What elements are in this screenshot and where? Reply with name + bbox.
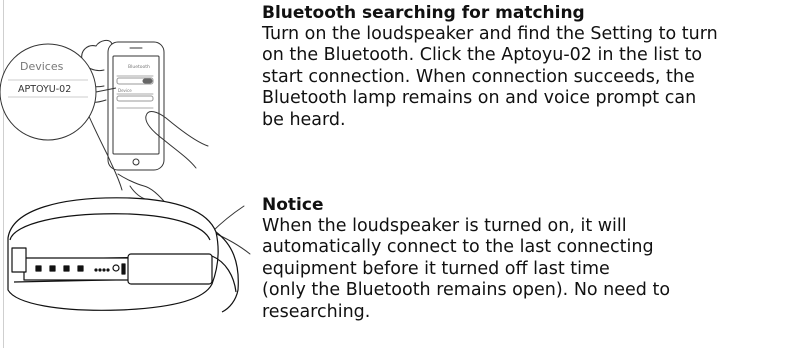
notice-line: (only the Bluetooth remains open). No ne… <box>262 280 671 301</box>
bluetooth-line: Bluetooth lamp remains on and voice prom… <box>262 88 697 109</box>
illustration: Devices APTOYU-02 Bluetooth Device <box>0 39 251 313</box>
notice-line: When the loudspeaker is turned on, it wi… <box>262 216 627 236</box>
notice-line: equipment before it turned off last time <box>262 258 610 279</box>
bluetooth-line: be heard. <box>262 109 346 130</box>
callout-heading: Devices <box>20 60 64 73</box>
bluetooth-section: Bluetooth searching for matching Turn on… <box>262 3 790 131</box>
notice-line: automatically connect to the last connec… <box>262 237 654 258</box>
speaker-icon <box>7 197 239 313</box>
bluetooth-line: Turn on the loudspeaker and find the Set… <box>262 24 718 44</box>
callout-device-name: APTOYU-02 <box>18 84 71 95</box>
notice-section: Notice When the loudspeaker is turned on… <box>262 195 790 323</box>
bluetooth-line: start connection. When connection succee… <box>262 66 695 87</box>
phone-device-label: Device <box>118 88 132 93</box>
notice-section-title: Notice <box>262 195 324 215</box>
bluetooth-section-title: Bluetooth searching for matching <box>262 3 585 23</box>
device-callout: Devices APTOYU-02 <box>0 43 117 141</box>
bluetooth-line: on the Bluetooth. Click the Aptoyu-02 in… <box>262 45 703 66</box>
phone-bluetooth-label: Bluetooth <box>128 64 150 70</box>
notice-line: researching. <box>262 301 371 322</box>
